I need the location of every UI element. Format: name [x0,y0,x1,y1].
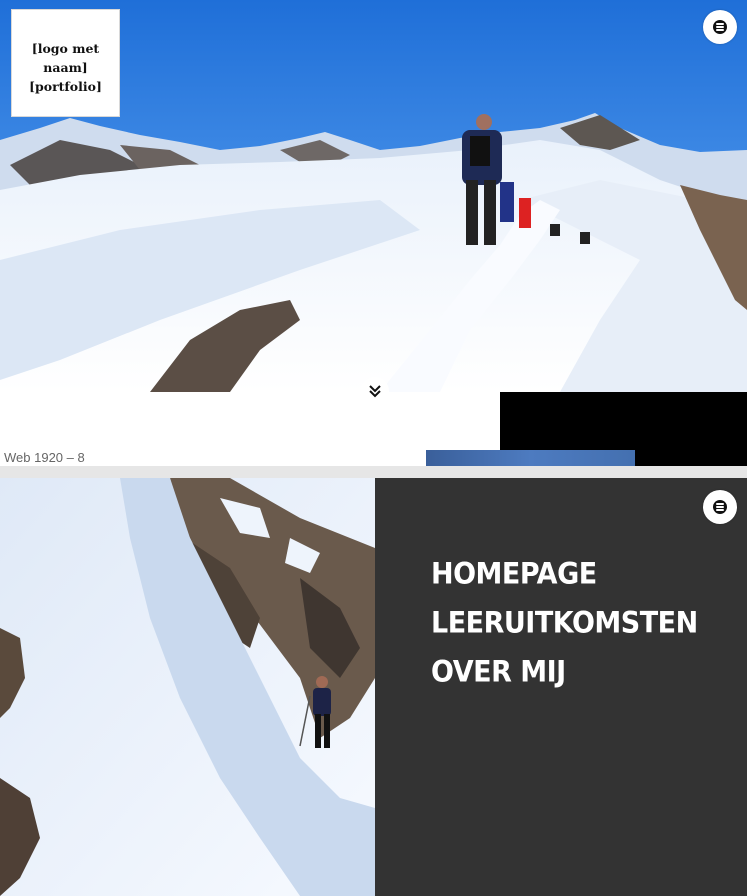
nav-item-over-mij[interactable]: OVER MIJ [431,646,698,699]
hamburger-menu-icon [713,500,727,514]
menu-background-photo [0,478,375,896]
nav-menu: HOMEPAGE LEERUITKOMSTEN OVER MIJ [431,550,698,697]
menu-button[interactable] [703,10,737,44]
logo-placeholder[interactable]: [logo met naam] [portfolio] [12,10,119,116]
navigation-panel: HOMEPAGE LEERUITKOMSTEN OVER MIJ [375,478,747,896]
canvas: [logo met naam] [portfolio] Web 1920 – 8 [0,0,747,896]
double-chevron-down-icon [369,385,381,398]
artboard-label: Web 1920 – 8 [4,450,85,465]
artboard-menu-open: HOMEPAGE LEERUITKOMSTEN OVER MIJ [0,478,747,896]
nav-item-leeruitkomsten[interactable]: LEERUITKOMSTEN [431,597,698,650]
artboard-gap [0,466,747,478]
mountain-ridge-photo [0,478,375,896]
nav-item-homepage[interactable]: HOMEPAGE [431,548,698,601]
hamburger-menu-icon [713,20,727,34]
image-strip [426,450,635,466]
menu-button-open[interactable] [703,490,737,524]
scroll-down-button[interactable] [361,377,389,405]
artboard-homepage: [logo met naam] [portfolio] Web 1920 – 8 [0,0,747,466]
logo-text: [logo met naam] [portfolio] [29,41,102,94]
